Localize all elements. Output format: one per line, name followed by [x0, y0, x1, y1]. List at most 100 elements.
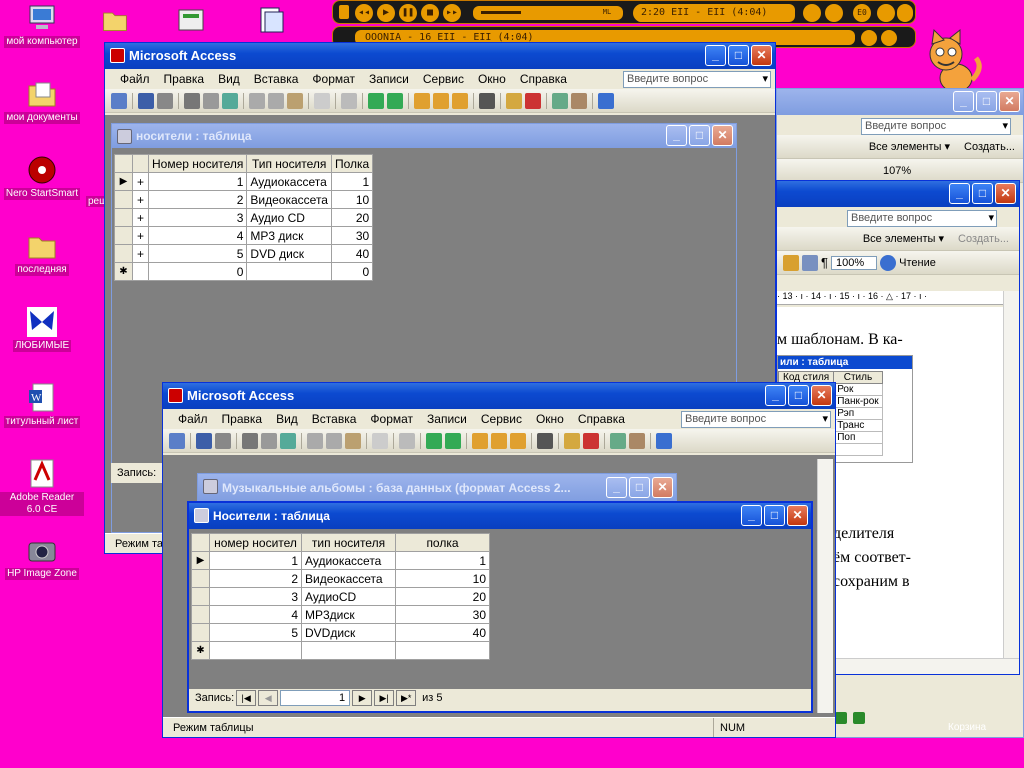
table-cell[interactable]: DVD диск: [246, 244, 332, 263]
word-back-zoom[interactable]: 107%: [883, 165, 911, 177]
expand-row-icon[interactable]: [132, 262, 149, 281]
repeat-icon[interactable]: [825, 4, 843, 22]
new-object-icon[interactable]: [571, 92, 587, 109]
column-header[interactable]: Полка: [330, 154, 374, 173]
table-cell[interactable]: 20: [330, 208, 374, 227]
filter-by-form-icon[interactable]: [491, 432, 507, 449]
word-front-create[interactable]: Создать...: [958, 233, 1009, 245]
table-row[interactable]: +2 Видеокассета 10: [114, 190, 374, 209]
table-cell[interactable]: 30: [330, 226, 374, 245]
playlist-toggle-icon[interactable]: [881, 30, 897, 46]
copy-icon[interactable]: [268, 92, 284, 109]
print-preview-icon[interactable]: [261, 432, 277, 449]
menu-item[interactable]: Вставка: [247, 72, 306, 86]
row-selector[interactable]: [114, 208, 133, 227]
new-record-icon[interactable]: [564, 432, 580, 449]
word-back-all-elements[interactable]: Все элементы ▾: [869, 140, 950, 153]
minimize-icon[interactable]: _: [606, 477, 627, 498]
row-selector[interactable]: ✱: [191, 641, 210, 660]
row-selector[interactable]: [114, 226, 133, 245]
desktop-icon-adobe-reader[interactable]: Adobe Reader 6.0 CE: [0, 458, 84, 516]
desktop-icon-my-documents[interactable]: мои документы: [0, 78, 84, 124]
menu-item[interactable]: Окно: [471, 72, 513, 86]
minimize-icon[interactable]: _: [953, 91, 974, 112]
nositeli-datasheet[interactable]: Номер носителя Тип носителя Полка ▶ +1 Аудиок…: [114, 154, 374, 281]
expand-row-icon[interactable]: +: [132, 244, 149, 263]
hyperlink-icon[interactable]: [341, 92, 357, 109]
player-eq-button[interactable]: E0: [853, 4, 871, 22]
print-icon[interactable]: [184, 92, 200, 109]
table-cell[interactable]: 20: [395, 587, 490, 606]
cut-icon[interactable]: [307, 432, 323, 449]
pause-icon[interactable]: ❚❚: [399, 4, 417, 22]
save-icon[interactable]: [138, 92, 154, 109]
filter-by-form-icon[interactable]: [433, 92, 449, 109]
desktop-icon-shortcut[interactable]: [255, 4, 287, 36]
new-record-icon[interactable]: ▶*: [396, 690, 417, 706]
spelling-icon[interactable]: [280, 432, 296, 449]
expand-row-icon[interactable]: +: [132, 172, 149, 191]
last-record-icon[interactable]: ▶|: [374, 690, 395, 706]
menu-item[interactable]: Правка: [157, 72, 212, 86]
table-row[interactable]: +5 DVD диск 40: [114, 244, 374, 263]
table-row[interactable]: +3 Аудио CD 20: [114, 208, 374, 227]
table-cell[interactable]: [395, 641, 490, 660]
delete-record-icon[interactable]: [583, 432, 599, 449]
menu-item[interactable]: Записи: [362, 72, 416, 86]
cut-icon[interactable]: [249, 92, 265, 109]
record-number-input[interactable]: 1: [280, 690, 351, 706]
column-header[interactable]: номер носител: [209, 533, 302, 552]
recycle-bin-label[interactable]: Корзина: [948, 722, 986, 733]
column-header[interactable]: Номер носителя: [147, 154, 248, 173]
row-selector[interactable]: ▶: [191, 551, 210, 570]
table-row[interactable]: +4 MP3 диск 30: [114, 226, 374, 245]
sort-ascending-icon[interactable]: [368, 92, 384, 109]
row-selector[interactable]: [191, 605, 210, 624]
help-icon[interactable]: [656, 432, 672, 449]
menu-item[interactable]: Файл: [171, 412, 215, 426]
menu-item[interactable]: Окно: [529, 412, 571, 426]
table-cell[interactable]: 4: [147, 226, 248, 245]
menu-item[interactable]: Справка: [513, 72, 574, 86]
table-cell[interactable]: 40: [395, 623, 490, 642]
help-icon[interactable]: [598, 92, 614, 109]
new-record-row[interactable]: ✱: [191, 641, 490, 660]
database-window-icon[interactable]: [610, 432, 626, 449]
desktop-icon-favorites[interactable]: ЛЮБИМЫЕ: [0, 306, 84, 352]
word-front-all-elements[interactable]: Все элементы ▾: [863, 232, 944, 245]
view-icon[interactable]: [169, 432, 185, 449]
next-record-icon[interactable]: ▶: [352, 690, 373, 706]
spelling-icon[interactable]: [222, 92, 238, 109]
table-cell[interactable]: 2: [209, 569, 302, 588]
prev-record-icon[interactable]: ◀: [258, 690, 279, 706]
table-cell[interactable]: 0: [147, 262, 248, 281]
table-row[interactable]: ▶ +1 Аудиокассета 1: [114, 172, 374, 191]
apply-filter-icon[interactable]: [510, 432, 526, 449]
row-selector[interactable]: [191, 587, 210, 606]
find-icon[interactable]: [537, 432, 553, 449]
table-cell[interactable]: 30: [395, 605, 490, 624]
table-cell[interactable]: 3: [209, 587, 302, 606]
expand-row-icon[interactable]: +: [132, 226, 149, 245]
column-header[interactable]: Тип носителя: [246, 154, 332, 173]
row-selector[interactable]: [191, 623, 210, 642]
row-selector[interactable]: [191, 569, 210, 588]
table-cell[interactable]: 1: [209, 551, 302, 570]
word-front-ask-input[interactable]: Введите вопрос: [847, 210, 997, 227]
find-icon[interactable]: [479, 92, 495, 109]
table-cell[interactable]: 5: [209, 623, 302, 642]
menu-item[interactable]: Сервис: [416, 72, 471, 86]
table-cell[interactable]: Аудиокассета: [301, 551, 396, 570]
table-cell[interactable]: Видеокассета: [301, 569, 396, 588]
first-record-icon[interactable]: |◀: [236, 690, 257, 706]
menu-item[interactable]: Формат: [305, 72, 362, 86]
view-icon[interactable]: [111, 92, 127, 109]
close-icon[interactable]: ✕: [712, 125, 733, 146]
desktop-icon-last[interactable]: последняя: [0, 230, 84, 276]
close-icon[interactable]: ✕: [787, 505, 808, 526]
menu-item[interactable]: Вставка: [305, 412, 364, 426]
new-record-row[interactable]: ✱ 0 0: [114, 262, 374, 281]
table-cell[interactable]: 4: [209, 605, 302, 624]
maximize-icon[interactable]: □: [728, 45, 749, 66]
hyperlink-icon[interactable]: [399, 432, 415, 449]
